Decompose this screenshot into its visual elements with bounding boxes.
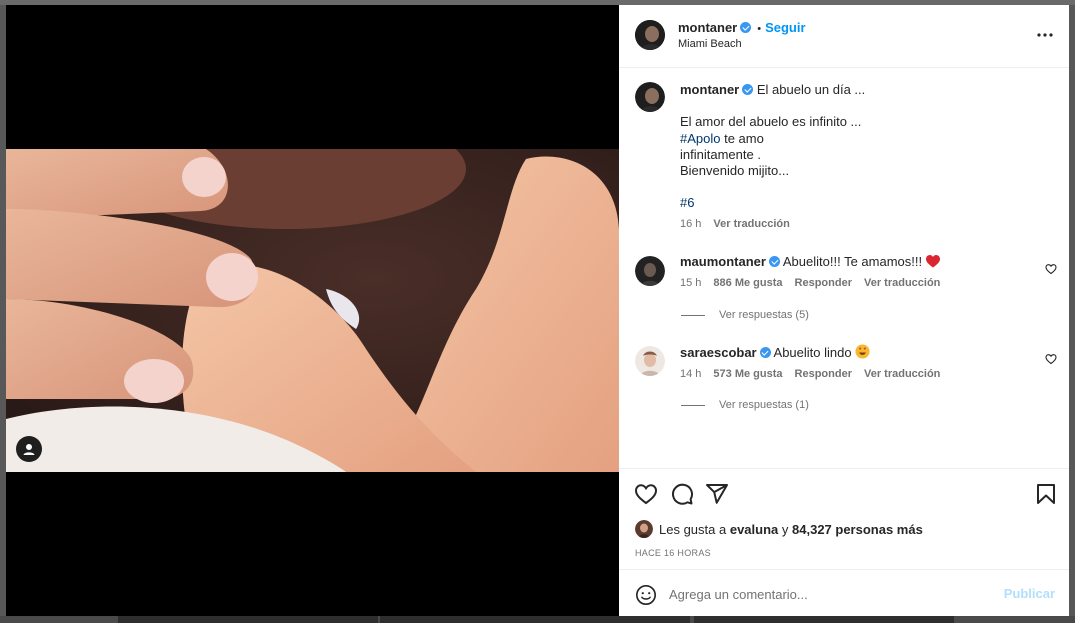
post-details-panel: montaner • Seguir Miami Beach montaner El … xyxy=(619,5,1069,616)
backdrop-thumbnail xyxy=(118,616,378,623)
caption-first-line: montaner El abuelo un día ... xyxy=(680,82,865,98)
author-username[interactable]: montaner xyxy=(678,20,737,35)
hashtag-link[interactable]: #6 xyxy=(680,195,694,210)
caption-line: Bienvenido mijito... xyxy=(680,163,790,178)
replies-divider xyxy=(681,404,705,406)
likes-prefix: Les gusta a xyxy=(659,521,727,537)
caption-meta: 16 h Ver traducción xyxy=(680,218,802,230)
commenter-avatar[interactable] xyxy=(635,256,665,286)
emoji-icon[interactable] xyxy=(635,584,657,606)
caption-time[interactable]: 16 h xyxy=(680,218,701,230)
view-replies-button[interactable]: Ver respuestas (1) xyxy=(681,399,809,411)
comment-likes[interactable]: 886 Me gusta xyxy=(713,277,782,289)
reply-button[interactable]: Responder xyxy=(795,277,852,289)
caption-username[interactable]: montaner xyxy=(680,82,739,97)
likes-count[interactable]: 84,327 personas más xyxy=(792,522,923,537)
view-replies-label: Ver respuestas (1) xyxy=(719,399,809,411)
add-comment-bar: Publicar xyxy=(619,569,1069,617)
commenter-avatar[interactable] xyxy=(635,346,665,376)
comment-text: Abuelito lindo xyxy=(773,345,852,360)
red-heart-emoji xyxy=(925,255,940,272)
author-avatar[interactable] xyxy=(635,20,665,50)
heart-icon[interactable] xyxy=(634,482,658,506)
translate-button[interactable]: Ver traducción xyxy=(713,218,789,230)
comment-time[interactable]: 14 h xyxy=(680,368,701,380)
verified-icon xyxy=(742,84,754,95)
post-location[interactable]: Miami Beach xyxy=(678,38,742,50)
post-photo[interactable] xyxy=(6,149,619,472)
comment-icon[interactable] xyxy=(670,482,694,506)
like-comment-heart-icon[interactable] xyxy=(1045,352,1057,365)
user-tag-icon[interactable] xyxy=(16,436,42,462)
caption-line: infinitamente . xyxy=(680,147,761,162)
follow-button[interactable]: Seguir xyxy=(765,20,805,35)
caption-avatar[interactable] xyxy=(635,82,665,112)
liker-avatar xyxy=(635,520,653,538)
comment-input[interactable] xyxy=(669,582,999,606)
like-comment-heart-icon[interactable] xyxy=(1045,262,1057,275)
liker-username[interactable]: evaluna xyxy=(730,522,778,537)
translate-button[interactable]: Ver traducción xyxy=(864,368,940,380)
replies-divider xyxy=(681,314,705,316)
comment-line: maumontaner Abuelito!!! Te amamos!!! xyxy=(680,254,940,272)
author-line: montaner • Seguir xyxy=(678,20,806,35)
comment-meta: 15 h 886 Me gusta Responder Ver traducción xyxy=(680,277,952,289)
comment-likes[interactable]: 573 Me gusta xyxy=(713,368,782,380)
post-time[interactable]: HACE 16 HORAS xyxy=(635,548,711,558)
view-replies-label: Ver respuestas (5) xyxy=(719,309,809,321)
dot-separator: • xyxy=(757,23,762,35)
comment-text: Abuelito!!! Te amamos!!! xyxy=(782,254,923,269)
reply-button[interactable]: Responder xyxy=(795,368,852,380)
comment-meta: 14 h 573 Me gusta Responder Ver traducción xyxy=(680,368,952,380)
caption-line: #Apolo te amo xyxy=(680,131,764,147)
caption-line: El amor del abuelo es infinito ... xyxy=(680,114,862,129)
verified-icon xyxy=(768,256,780,267)
view-replies-button[interactable]: Ver respuestas (5) xyxy=(681,309,809,321)
smiling-face-with-heart-eyes-emoji xyxy=(855,344,870,363)
baby-hand-photo xyxy=(6,149,619,472)
comment-line: saraescobar Abuelito lindo xyxy=(680,344,870,363)
publish-button[interactable]: Publicar xyxy=(1004,586,1055,601)
comment-username[interactable]: saraescobar xyxy=(680,345,757,360)
post-actions: Les gusta a evaluna y 84,327 personas má… xyxy=(619,468,1069,616)
verified-icon xyxy=(740,22,752,33)
caption-text: El abuelo un día ... xyxy=(756,82,866,97)
comment-time[interactable]: 15 h xyxy=(680,277,701,289)
likes-connector: y xyxy=(781,521,789,537)
share-icon[interactable] xyxy=(705,482,729,506)
comment-username[interactable]: maumontaner xyxy=(680,254,766,269)
verified-icon xyxy=(759,347,771,358)
post-media[interactable] xyxy=(6,5,619,616)
bookmark-icon[interactable] xyxy=(1034,482,1058,506)
backdrop-thumbnail xyxy=(380,616,690,623)
comments-section[interactable]: montaner El abuelo un día ... El amor de… xyxy=(619,68,1069,468)
post-header: montaner • Seguir Miami Beach xyxy=(619,5,1069,68)
caption-line: #6 xyxy=(680,195,694,211)
translate-button[interactable]: Ver traducción xyxy=(864,277,940,289)
backdrop-thumbnail xyxy=(694,616,954,623)
hashtag-link[interactable]: #Apolo xyxy=(680,131,720,146)
more-icon[interactable] xyxy=(1035,25,1055,45)
likes-summary[interactable]: Les gusta a evaluna y 84,327 personas má… xyxy=(635,520,923,538)
caption-text: te amo xyxy=(720,131,764,146)
